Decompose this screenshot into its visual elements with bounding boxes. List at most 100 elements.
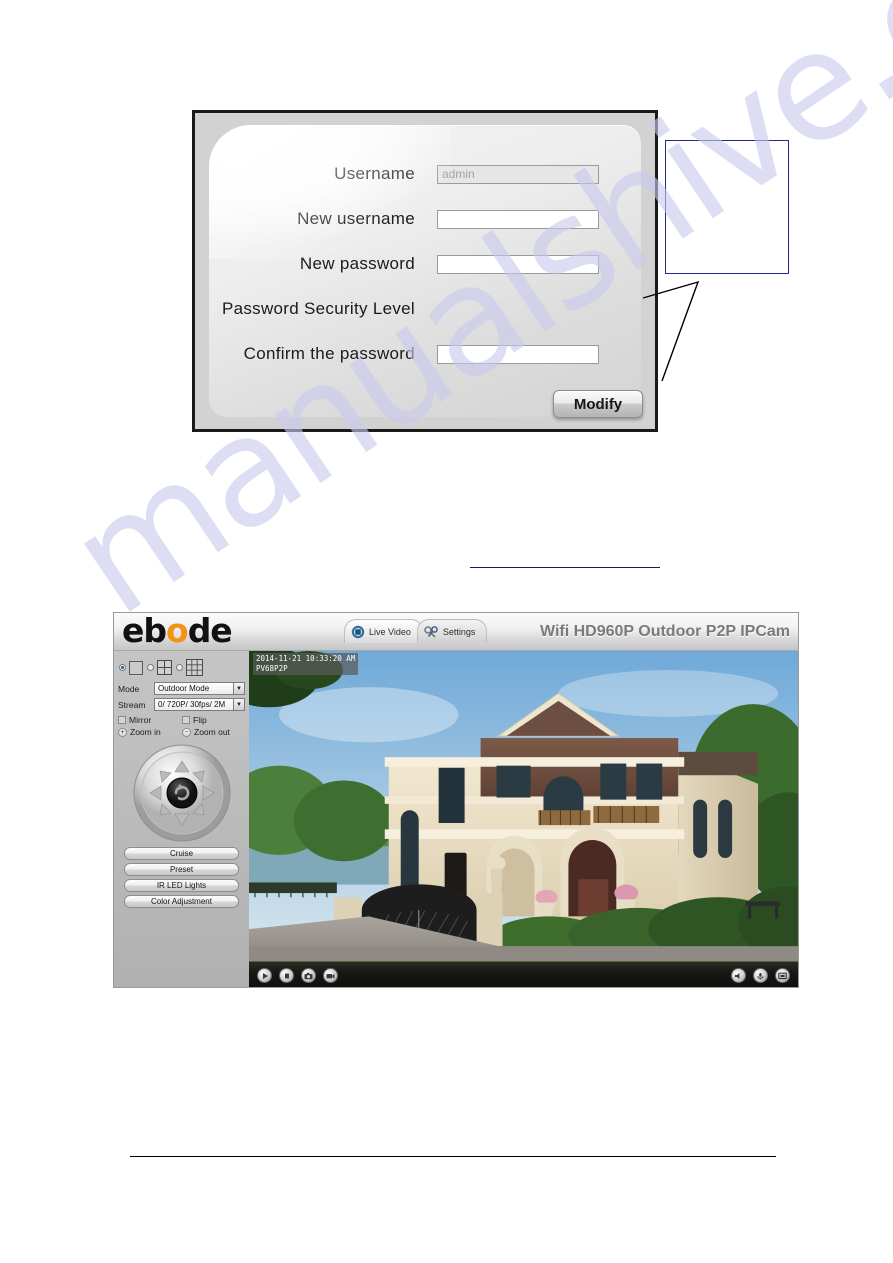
- view-mode-nine[interactable]: [176, 658, 204, 677]
- stop-icon: [284, 973, 289, 978]
- mode-row: Mode Outdoor Mode ▼: [118, 682, 245, 695]
- new-password-input[interactable]: [437, 254, 599, 274]
- password-settings-dialog: Username New username New password Passw…: [192, 110, 658, 432]
- record-icon: [326, 973, 335, 978]
- dialog-surface: Username New username New password Passw…: [209, 125, 643, 418]
- view-mode-quad[interactable]: [147, 659, 173, 676]
- color-adjustment-button[interactable]: Color Adjustment: [124, 895, 239, 908]
- new-username-input[interactable]: [437, 209, 599, 229]
- modify-button[interactable]: Modify: [553, 390, 643, 418]
- plus-icon[interactable]: +: [118, 727, 127, 737]
- camera-icon: [351, 625, 365, 638]
- nine-view-icon: [186, 659, 203, 676]
- app-body: Mode Outdoor Mode ▼ Stream 0/ 720P/ 30fp…: [114, 651, 798, 987]
- talk-icon: [757, 972, 764, 979]
- mirror-checkbox[interactable]: Mirror: [118, 715, 178, 725]
- mirror-flip-row: Mirror Flip: [118, 715, 245, 725]
- logo-post: de: [187, 612, 233, 650]
- preset-button[interactable]: Preset: [124, 863, 239, 876]
- video-toolbar: [249, 961, 798, 987]
- callout-pointer-icon: [642, 280, 700, 382]
- zoom-row: + Zoom in − Zoom out: [118, 727, 245, 737]
- view-mode-selector: [118, 655, 245, 682]
- footer-divider-line: [130, 1156, 776, 1157]
- zoom-in-button[interactable]: + Zoom in: [118, 727, 178, 737]
- stream-select[interactable]: 0/ 720P/ 30fps/ 2M ▼: [154, 698, 245, 711]
- form-row-username: Username: [217, 163, 599, 185]
- osd-timestamp: 2014-11-21 10:33:20 AM: [256, 654, 356, 663]
- tab-settings-label: Settings: [442, 626, 476, 637]
- cruise-button[interactable]: Cruise: [124, 847, 239, 860]
- app-title: Wifi HD960P Outdoor P2P IPCam: [540, 623, 790, 640]
- live-video-frame: [249, 651, 798, 961]
- osd-device-name: PV68P2P: [256, 664, 288, 673]
- zoom-in-label: Zoom in: [130, 727, 161, 737]
- record-button[interactable]: [323, 968, 338, 983]
- play-icon: [262, 972, 268, 979]
- control-panel: Mode Outdoor Mode ▼ Stream 0/ 720P/ 30fp…: [114, 651, 249, 987]
- label-confirm-password: Confirm the password: [243, 344, 415, 363]
- audio-icon: [735, 972, 740, 979]
- radio-quad-icon[interactable]: [147, 664, 154, 671]
- stream-label: Stream: [118, 699, 146, 710]
- radio-single-icon[interactable]: [119, 664, 126, 671]
- tab-settings[interactable]: Settings: [416, 619, 488, 643]
- annotation-callout-box: [665, 140, 789, 274]
- mode-select[interactable]: Outdoor Mode ▼: [154, 682, 245, 695]
- view-mode-single[interactable]: [119, 660, 144, 676]
- zoom-out-label: Zoom out: [194, 727, 230, 737]
- checkbox-icon[interactable]: [182, 716, 190, 724]
- logo-pre: eb: [122, 612, 167, 650]
- ebode-logo: ebode: [122, 612, 233, 650]
- ptz-dial-icon[interactable]: [132, 743, 232, 843]
- mirror-label: Mirror: [129, 715, 152, 725]
- form-row-new-username: New username: [217, 208, 599, 230]
- play-button[interactable]: [257, 968, 272, 983]
- chevron-down-icon[interactable]: ▼: [233, 699, 244, 710]
- snapshot-icon: [304, 972, 313, 979]
- single-view-icon: [129, 660, 143, 675]
- confirm-password-input[interactable]: [437, 344, 599, 364]
- snapshot-button[interactable]: [301, 968, 316, 983]
- app-header: ebode Live Video Settings Wifi HD960P Ou…: [114, 613, 798, 651]
- radio-nine-icon[interactable]: [176, 664, 183, 671]
- video-toolbar-right: [731, 968, 790, 983]
- username-input[interactable]: [437, 164, 599, 184]
- minus-icon[interactable]: −: [182, 727, 191, 737]
- flip-checkbox[interactable]: Flip: [182, 715, 242, 725]
- app-tabs: Live Video Settings: [344, 619, 488, 643]
- ir-led-lights-button[interactable]: IR LED Lights: [124, 879, 239, 892]
- zoom-out-button[interactable]: − Zoom out: [182, 727, 242, 737]
- fullscreen-button[interactable]: [775, 968, 790, 983]
- flip-label: Flip: [193, 715, 207, 725]
- video-osd-overlay: 2014-11-21 10:33:20 AM PV68P2P: [253, 653, 359, 675]
- fullscreen-icon: [778, 972, 787, 979]
- form-row-confirm-password: Confirm the password: [217, 343, 599, 365]
- logo-accent: o: [166, 612, 189, 650]
- label-password-security-level: Password Security Level: [221, 299, 415, 318]
- label-new-username: New username: [297, 209, 415, 228]
- stream-value: 0/ 720P/ 30fps/ 2M: [158, 700, 226, 709]
- tab-live-video-label: Live Video: [369, 626, 411, 637]
- navy-divider-line: [470, 567, 660, 568]
- tools-icon: [424, 625, 438, 638]
- stream-row: Stream 0/ 720P/ 30fps/ 2M ▼: [118, 698, 245, 711]
- mode-value: Outdoor Mode: [158, 684, 210, 693]
- stop-button[interactable]: [279, 968, 294, 983]
- form-row-password-security-level: Password Security Level: [217, 298, 437, 320]
- preset-button-group: Cruise Preset IR LED Lights Color Adjust…: [118, 843, 245, 908]
- form-row-new-password: New password: [217, 253, 599, 275]
- ipcam-web-interface: ebode Live Video Settings Wifi HD960P Ou…: [113, 612, 799, 988]
- audio-button[interactable]: [731, 968, 746, 983]
- label-new-password: New password: [299, 254, 415, 273]
- label-username: Username: [334, 164, 415, 183]
- talk-button[interactable]: [753, 968, 768, 983]
- mode-label: Mode: [118, 683, 140, 694]
- chevron-down-icon[interactable]: ▼: [233, 683, 244, 694]
- video-scene: 2014-11-21 10:33:20 AM PV68P2P: [249, 651, 798, 961]
- ptz-joystick[interactable]: [118, 743, 245, 843]
- tab-live-video[interactable]: Live Video: [344, 619, 423, 643]
- video-player[interactable]: 2014-11-21 10:33:20 AM PV68P2P: [249, 651, 798, 987]
- checkbox-icon[interactable]: [118, 716, 126, 724]
- dialog-frame: Username New username New password Passw…: [192, 110, 658, 432]
